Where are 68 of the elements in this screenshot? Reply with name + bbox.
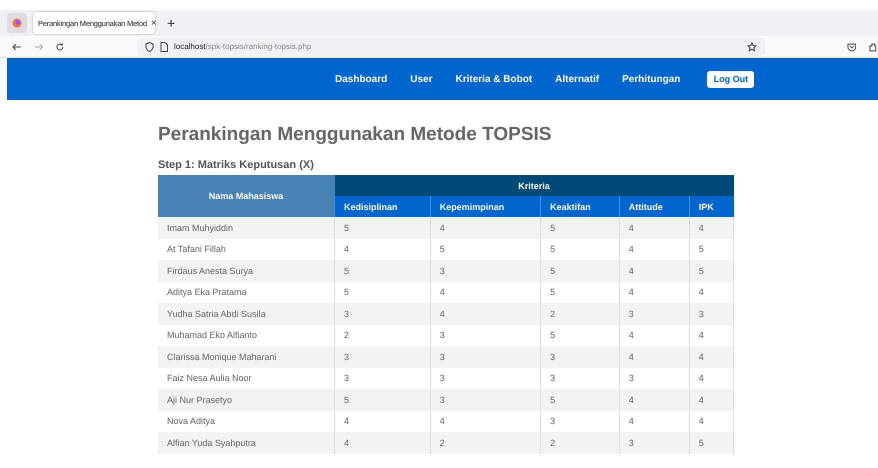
score-cell: 5 <box>540 217 620 238</box>
score-cell: 4 <box>689 217 734 238</box>
score-cell: 4 <box>689 389 734 410</box>
shield-icon <box>144 42 154 52</box>
nav-link[interactable]: Alternatif <box>555 74 600 84</box>
name-cell: Nova Aditya <box>158 410 334 432</box>
column-header: IPK <box>689 196 734 217</box>
pocket-icon[interactable] <box>846 42 856 52</box>
page-icon <box>160 42 168 52</box>
logout-button[interactable]: Log Out <box>707 70 754 88</box>
column-header: Keaktifan <box>540 196 620 217</box>
name-cell: Firdaus Anesta Surya <box>158 260 334 282</box>
name-cell: Yudha Satria Abdi Susila <box>158 303 334 324</box>
url-text: localhost/spk-topsis/ranking-topsis.php <box>174 42 312 51</box>
score-cell: 2 <box>540 432 620 454</box>
score-cell: 3 <box>619 303 690 324</box>
nav-link[interactable]: Kriteria & Bobot <box>455 74 532 84</box>
name-cell: Imam Muhyiddin <box>158 217 334 238</box>
new-tab-button[interactable]: + <box>161 15 182 31</box>
page-title: Perankingan Menggunakan Metode TOPSIS <box>158 124 552 147</box>
column-header: Attitude <box>619 196 690 217</box>
score-cell: 5 <box>334 260 430 282</box>
name-cell: Aditya Eka Pratama <box>158 282 334 303</box>
nav-link[interactable]: Perhitungan <box>622 74 680 84</box>
back-icon[interactable] <box>12 42 22 52</box>
score-cell: 4 <box>619 260 690 282</box>
score-cell: 2 <box>430 432 541 454</box>
score-cell: 5 <box>689 432 734 454</box>
column-header: Kepemimpinan <box>430 196 541 217</box>
score-cell: 5 <box>689 260 734 282</box>
extensions-icon[interactable] <box>868 42 878 52</box>
name-cell: At Tafani Fillah <box>158 238 334 260</box>
score-cell: 5 <box>540 260 620 282</box>
score-cell: 3 <box>619 432 690 454</box>
name-cell: Aji Nur Prasetyo <box>158 389 334 410</box>
score-cell: 3 <box>430 389 541 410</box>
score-cell: 3 <box>334 303 430 324</box>
column-header: Nama Mahasiswa <box>158 175 334 217</box>
score-cell: 2 <box>540 303 620 324</box>
tab-close-button[interactable]: × <box>150 18 157 28</box>
name-cell: Faiz Nesa Aulia Noor <box>158 368 334 389</box>
score-cell: 3 <box>334 346 430 368</box>
score-cell: 4 <box>689 346 734 368</box>
score-cell: 3 <box>689 303 734 324</box>
browser-logo-icon[interactable] <box>12 18 22 28</box>
score-cell: 3 <box>540 346 620 368</box>
score-cell: 5 <box>334 217 430 238</box>
score-cell: 3 <box>430 260 541 282</box>
nav-link[interactable]: Dashboard <box>335 74 388 84</box>
address-bar[interactable]: localhost/spk-topsis/ranking-topsis.php <box>136 38 765 56</box>
score-cell: 5 <box>540 389 620 410</box>
column-header: Kedisiplinan <box>334 196 430 217</box>
score-cell: 4 <box>430 303 541 324</box>
name-cell: Muhamad Eko Alfianto <box>158 324 334 346</box>
reload-icon[interactable] <box>55 42 65 52</box>
name-cell: Clarissa Monique Maharani <box>158 346 334 368</box>
nav-link[interactable]: User <box>410 74 432 84</box>
star-icon[interactable] <box>746 42 757 52</box>
score-cell: 4 <box>619 217 690 238</box>
score-cell: 5 <box>334 389 430 410</box>
section-title: Step 1: Matriks Keputusan (X) <box>158 159 315 171</box>
group-header: Kriteria <box>334 175 734 196</box>
score-cell: 4 <box>619 389 690 410</box>
score-cell: 4 <box>430 217 541 238</box>
score-cell: 4 <box>334 432 430 454</box>
score-cell: 4 <box>619 346 690 368</box>
score-cell: 3 <box>430 346 541 368</box>
name-cell: Alfian Yuda Syahputra <box>158 432 334 454</box>
